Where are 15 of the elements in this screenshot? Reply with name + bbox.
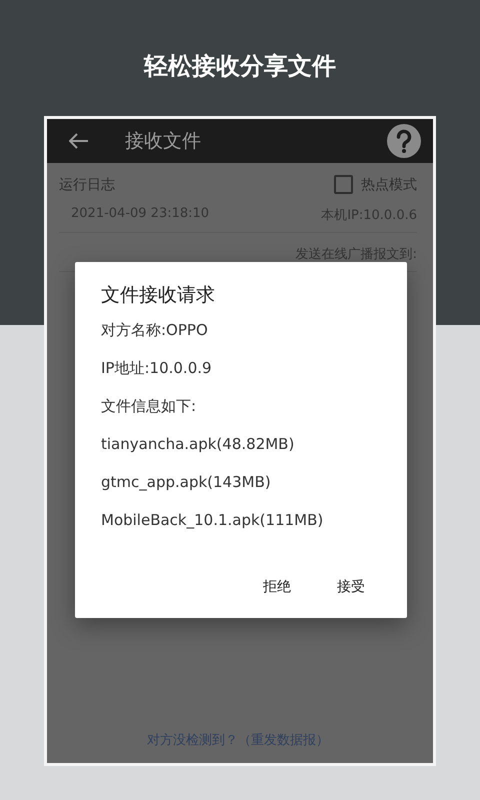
dialog-text: tianyancha.apk(48.82MB) bbox=[101, 434, 296, 454]
headline: 轻松接收分享文件 bbox=[144, 51, 336, 82]
dialog-title: 文件接收请求 bbox=[101, 283, 216, 308]
dialog-button[interactable]: 拒绝 bbox=[247, 570, 307, 604]
dialog-text: 对方名称:OPPO bbox=[101, 320, 209, 340]
dialog-text: MobileBack_10.1.apk(111MB) bbox=[101, 510, 324, 530]
dialog-button[interactable]: 接受 bbox=[321, 570, 381, 604]
help-icon[interactable] bbox=[387, 124, 421, 158]
hotspot-checkbox[interactable] bbox=[334, 175, 353, 194]
dialog-text: 文件信息如下: bbox=[101, 396, 198, 416]
hotspot-label: 热点模式 bbox=[361, 176, 417, 194]
back-arrow-icon[interactable] bbox=[69, 133, 89, 149]
dialog-text: gtmc_app.apk(143MB) bbox=[101, 472, 272, 492]
screen-title: 接收文件 bbox=[125, 129, 202, 154]
dialog-text: IP地址:10.0.0.9 bbox=[101, 358, 213, 378]
